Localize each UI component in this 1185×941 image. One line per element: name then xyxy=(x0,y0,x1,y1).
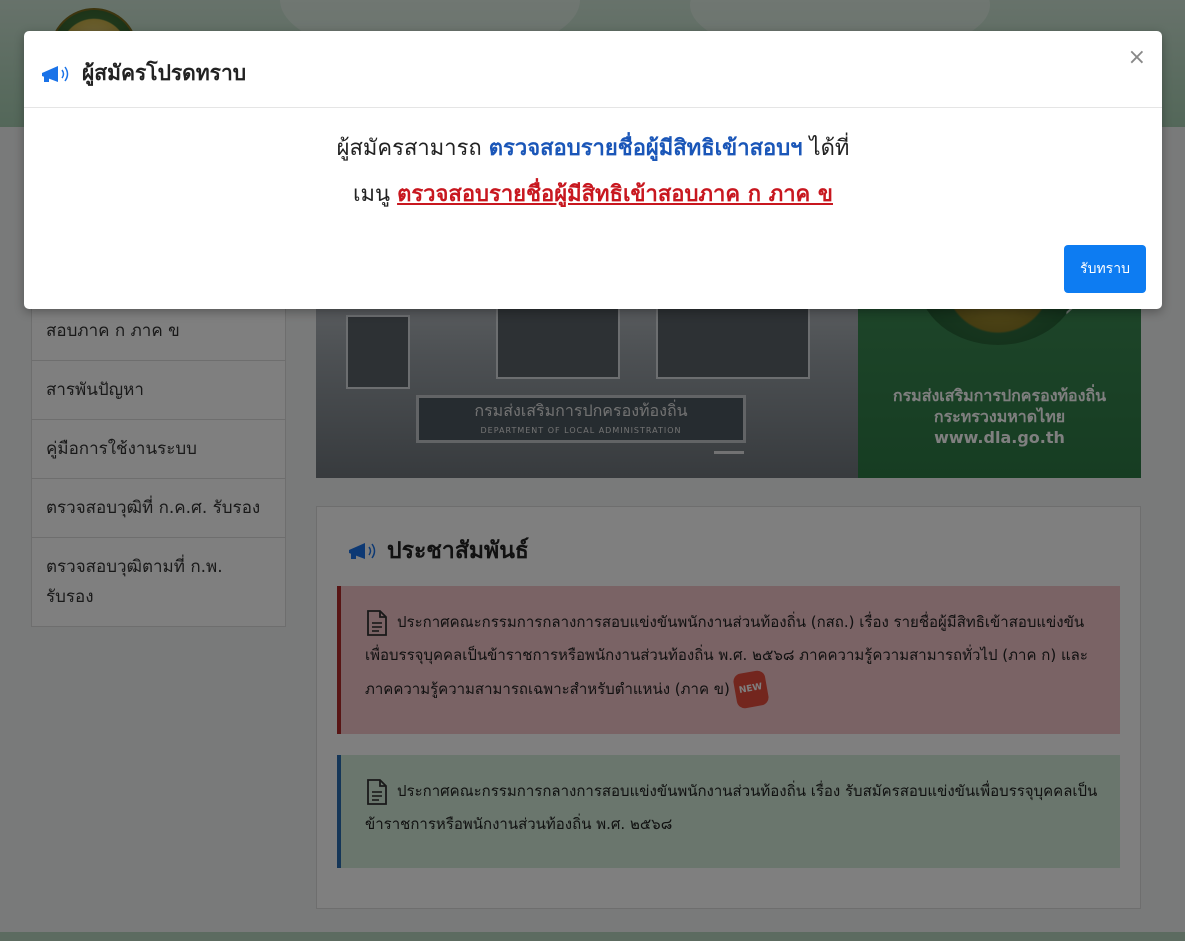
acknowledge-button[interactable]: รับทราบ xyxy=(1064,245,1146,293)
modal-message-line2: เมนู ตรวจสอบรายชื่อผู้มีสิทธิเข้าสอบภาค … xyxy=(24,176,1162,211)
modal-line1-prefix: ผู้สมัครสามารถ xyxy=(336,136,482,161)
modal-line2-prefix: เมนู xyxy=(353,182,391,207)
modal-header: ผู้สมัครโปรดทราบ × xyxy=(24,31,1162,108)
modal-body: ผู้สมัครสามารถ ตรวจสอบรายชื่อผู้มีสิทธิเ… xyxy=(24,108,1162,238)
modal-line1-suffix: ได้ที่ xyxy=(809,136,850,161)
megaphone-icon xyxy=(42,65,69,82)
close-icon[interactable]: × xyxy=(1128,45,1146,70)
check-eligible-list-link[interactable]: ตรวจสอบรายชื่อผู้มีสิทธิเข้าสอบฯ xyxy=(489,136,803,161)
modal-title: ผู้สมัครโปรดทราบ xyxy=(82,61,247,85)
modal-message-line1: ผู้สมัครสามารถ ตรวจสอบรายชื่อผู้มีสิทธิเ… xyxy=(24,130,1162,165)
notice-modal: ผู้สมัครโปรดทราบ × ผู้สมัครสามารถ ตรวจสอ… xyxy=(24,31,1162,309)
modal-title-group: ผู้สมัครโปรดทราบ xyxy=(40,57,246,90)
menu-check-exam-list-link[interactable]: ตรวจสอบรายชื่อผู้มีสิทธิเข้าสอบภาค ก ภาค… xyxy=(397,182,833,207)
